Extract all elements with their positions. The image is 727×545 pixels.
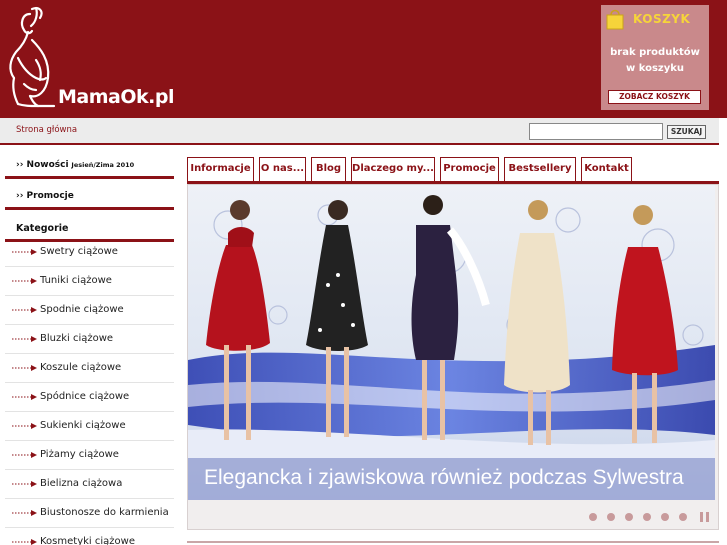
slider-dot[interactable]: [679, 513, 687, 521]
shopping-bag-icon: [606, 9, 624, 30]
category-item[interactable]: Swetry ciążowe: [5, 238, 174, 267]
tab-1[interactable]: Informacje: [187, 157, 254, 181]
category-label: Spodnie ciążowe: [40, 304, 124, 315]
category-label: Koszule ciążowe: [40, 362, 122, 373]
site-logo[interactable]: MamaOk.pl: [0, 0, 174, 118]
banner-caption-bar: Elegancka i zjawiskowa również podczas S…: [188, 458, 715, 500]
tab-2[interactable]: O nas...: [259, 157, 306, 181]
search-button[interactable]: SZUKAJ: [667, 125, 706, 139]
content-tabs: Informacje O nas... Blog Dlaczego my... Prom…: [187, 157, 719, 183]
sidebar-nowosci[interactable]: ›› Nowości Jesień/Zima 2010: [5, 155, 174, 179]
tab-7[interactable]: Kontakt: [581, 157, 632, 181]
category-item[interactable]: Bluzki ciążowe: [5, 325, 174, 354]
category-item[interactable]: Piżamy ciążowe: [5, 441, 174, 470]
dotted-arrow-icon: [12, 539, 37, 545]
breadcrumb-bar: Strona główna SZUKAJ: [0, 118, 719, 145]
category-item[interactable]: Koszule ciążowe: [5, 354, 174, 383]
sidebar-promocje[interactable]: ›› Promocje: [5, 186, 174, 210]
category-label: Biustonosze do karmienia: [40, 507, 169, 518]
logo-text: MamaOk.pl: [58, 86, 174, 108]
site-header: MamaOk.pl KOSZYK brak produktów w koszyk…: [0, 0, 727, 118]
tab-3[interactable]: Blog: [311, 157, 346, 181]
dotted-arrow-icon: [12, 452, 37, 458]
promo-banner[interactable]: Elegancka i zjawiskowa również podczas S…: [188, 185, 715, 500]
slider-dot[interactable]: [607, 513, 615, 521]
slider-dot[interactable]: [661, 513, 669, 521]
slider-dot[interactable]: [589, 513, 597, 521]
cart-title: KOSZYK: [633, 12, 691, 26]
category-label: Piżamy ciążowe: [40, 449, 119, 460]
dotted-arrow-icon: [12, 307, 37, 313]
search-input[interactable]: [529, 123, 663, 140]
dotted-arrow-icon: [12, 336, 37, 342]
category-label: Sukienki ciążowe: [40, 420, 126, 431]
category-label: Tuniki ciążowe: [40, 275, 112, 286]
view-cart-button[interactable]: ZOBACZ KOSZYK: [608, 90, 701, 104]
breadcrumb-home-link[interactable]: Strona główna: [16, 125, 77, 135]
tab-4[interactable]: Dlaczego my...: [351, 157, 435, 181]
page-right-edge: [719, 118, 727, 545]
banner-caption: Elegancka i zjawiskowa również podczas S…: [204, 466, 684, 489]
pause-icon[interactable]: [700, 512, 709, 522]
dotted-arrow-icon: [12, 394, 37, 400]
sidebar-nowosci-label: ›› Nowości: [16, 160, 69, 170]
category-label: Kosmetyki ciążowe: [40, 536, 135, 545]
cart-box: KOSZYK brak produktów w koszyku ZOBACZ K…: [601, 5, 709, 110]
tab-5[interactable]: Promocje: [440, 157, 499, 181]
category-item[interactable]: Sukienki ciążowe: [5, 412, 174, 441]
dotted-arrow-icon: [12, 510, 37, 516]
cart-empty-text: brak produktów w koszyku: [610, 47, 700, 74]
slider-dot[interactable]: [643, 513, 651, 521]
slider-dot[interactable]: [625, 513, 633, 521]
category-item[interactable]: Tuniki ciążowe: [5, 267, 174, 296]
dotted-arrow-icon: [12, 481, 37, 487]
category-item[interactable]: Biustonosze do karmienia: [5, 499, 174, 528]
content-bottom-border: [187, 541, 719, 543]
category-item[interactable]: Spodnie ciążowe: [5, 296, 174, 325]
category-item[interactable]: Bielizna ciążowa: [5, 470, 174, 499]
tab-6[interactable]: Bestsellery: [504, 157, 576, 181]
dotted-arrow-icon: [12, 278, 37, 284]
category-item[interactable]: Spódnice ciążowe: [5, 383, 174, 412]
dotted-arrow-icon: [12, 249, 37, 255]
sidebar: ›› Nowości Jesień/Zima 2010 ›› Promocje …: [5, 155, 174, 545]
category-label: Swetry ciążowe: [40, 246, 118, 257]
category-item[interactable]: Kosmetyki ciążowe: [5, 528, 174, 545]
category-label: Bluzki ciążowe: [40, 333, 114, 344]
sidebar-promocje-label: ›› Promocje: [16, 191, 74, 201]
categories-title: Kategorie: [16, 223, 69, 234]
dotted-arrow-icon: [12, 423, 37, 429]
category-label: Spódnice ciążowe: [40, 391, 130, 402]
category-label: Bielizna ciążowa: [40, 478, 123, 489]
sidebar-nowosci-sub: Jesień/Zima 2010: [71, 161, 135, 169]
dotted-arrow-icon: [12, 365, 37, 371]
banner-image: [188, 185, 715, 500]
